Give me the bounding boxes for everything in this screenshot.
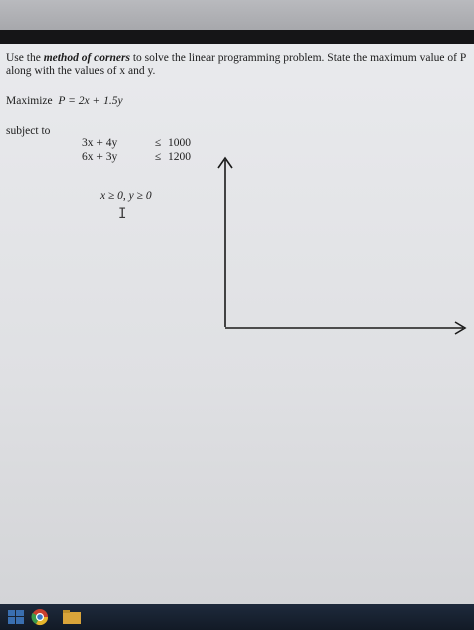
constraint-rhs: 1200 [168, 151, 191, 163]
subject-to-label: subject to [6, 125, 51, 137]
window-toolbar-strip [0, 30, 474, 44]
objective-expression: P = 2x + 1.5y [58, 95, 123, 107]
nonnegativity-constraints: x ≥ 0, y ≥ 0 [100, 190, 152, 202]
problem-instructions: Use the method of corners to solve the l… [6, 52, 468, 78]
graph-axes[interactable] [205, 112, 470, 337]
objective-function: Maximize P = 2x + 1.5y [6, 95, 123, 107]
instruction-method: method of corners [43, 52, 130, 64]
taskbar [0, 604, 474, 630]
constraint-lhs: 3x + 4y [82, 137, 118, 149]
instruction-prefix: Use the [6, 52, 44, 64]
constraint-operator: ≤ [154, 151, 162, 163]
folder-icon[interactable] [62, 608, 82, 626]
constraints-list: 3x + 4y ≤ 1000 6x + 3y ≤ 1200 [82, 136, 208, 164]
constraint-row: 3x + 4y ≤ 1000 [82, 136, 208, 150]
chrome-icon[interactable] [30, 608, 50, 626]
constraint-lhs: 6x + 3y [82, 151, 118, 163]
constraint-row: 6x + 3y ≤ 1200 [82, 150, 208, 164]
text-cursor-icon: I [118, 206, 127, 222]
monitor-bezel [0, 0, 474, 30]
constraint-operator: ≤ [154, 137, 162, 149]
constraint-rhs: 1000 [168, 137, 191, 149]
objective-label: Maximize [6, 95, 53, 107]
windows-start-icon[interactable] [6, 608, 26, 626]
